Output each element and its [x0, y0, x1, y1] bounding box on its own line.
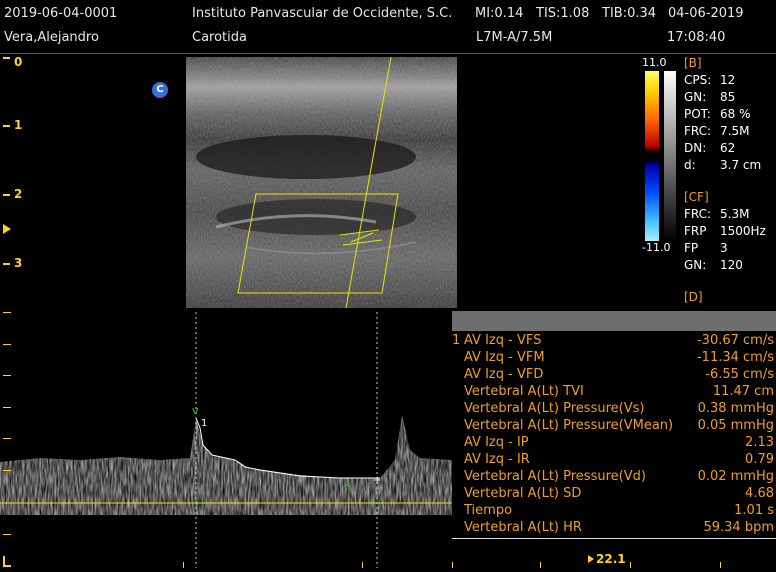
sweep-marker-icon [588, 555, 594, 563]
mechanical-index: MI:0.14 [475, 6, 524, 21]
exam-type: Carotida [192, 30, 247, 45]
param-cf-gain: GN: 120 [684, 258, 743, 272]
depth-tick [3, 125, 10, 127]
color-scale-bar [645, 71, 659, 241]
measurement-row[interactable]: 1 AV Izq - VFS -30.67 cm/s [452, 333, 776, 350]
measurement-row[interactable]: AV Izq - IR 0.79 [452, 452, 776, 469]
measurement-row[interactable]: AV Izq - IP 2.13 [452, 435, 776, 452]
measurement-row[interactable]: Vertebral A(Lt) HR 59.34 bpm [452, 520, 776, 537]
doppler-spectrum[interactable]: v ^ + 1 [0, 310, 452, 568]
color-flow-badge: C [152, 82, 168, 98]
measurement-row[interactable]: Vertebral A(Lt) TVI 11.47 cm [452, 384, 776, 401]
param-power: POT: 68 % [684, 107, 751, 121]
param-cf-frequency: FRC: 5.3M [684, 207, 750, 221]
depth-tick [3, 194, 10, 196]
param-cf-fp: FP 3 [684, 241, 728, 255]
measurement-row[interactable]: Tiempo 1.01 s [452, 503, 776, 520]
svg-text:v: v [192, 404, 199, 417]
param-cps: CPS: 12 [684, 73, 736, 87]
measurement-row[interactable]: AV Izq - VFD -6.55 cm/s [452, 367, 776, 384]
depth-label-0: 0 [14, 55, 23, 69]
bmode-scan-svg [186, 57, 457, 308]
focus-marker-icon [3, 224, 11, 234]
measurement-panel: 1 AV Izq - VFS -30.67 cm/s AV Izq - VFM -11… [452, 311, 776, 539]
doppler-marker-label: 1 [201, 418, 208, 429]
measurement-index: 1 [452, 333, 461, 348]
institution-name: Instituto Panvascular de Occidente, S.C. [192, 6, 453, 21]
measurement-row[interactable]: Vertebral A(Lt) SD 4.68 [452, 486, 776, 503]
measurement-row[interactable]: Vertebral A(Lt) Pressure(Vs) 0.38 mmHg [452, 401, 776, 418]
color-scale-max: 11.0 [642, 56, 667, 69]
measurement-row[interactable]: AV Izq - VFM -11.34 cm/s [452, 350, 776, 367]
exam-date: 04-06-2019 [668, 6, 744, 21]
depth-tick [3, 263, 10, 265]
thermal-index-bone: TIB:0.34 [602, 6, 657, 21]
param-frequency: FRC: 7.5M [684, 124, 750, 138]
bmode-image[interactable] [186, 57, 457, 308]
color-scale-min: -11.0 [642, 241, 671, 254]
patient-id: 2019-06-04-0001 [4, 6, 118, 21]
param-gain: GN: 85 [684, 90, 736, 104]
depth-tick [3, 57, 10, 59]
param-cf-prf: FRP 1500Hz [684, 224, 766, 238]
thermal-index-soft: TIS:1.08 [536, 6, 590, 21]
exam-time: 17:08:40 [667, 30, 726, 45]
depth-label-1: 1 [14, 118, 23, 132]
header-divider [0, 53, 776, 54]
measurement-row[interactable]: Vertebral A(Lt) Pressure(VMean) 0.05 mmHg [452, 418, 776, 435]
svg-text:^: ^ [342, 482, 351, 495]
doppler-section-title: [D] [684, 290, 703, 304]
gray-scale-bar [664, 71, 676, 241]
measurement-panel-header [452, 311, 776, 331]
param-depth: d: 3.7 cm [684, 158, 762, 172]
doppler-spectrum-svg: v ^ + [0, 312, 452, 568]
probe-info: L7M-A/7.5M [476, 30, 553, 45]
param-dynamic-range: DN: 62 [684, 141, 736, 155]
depth-label-3: 3 [14, 256, 23, 270]
svg-text:+: + [373, 475, 381, 486]
patient-name: Vera,Alejandro [4, 30, 99, 45]
color-flow-section-title: [CF] [684, 190, 709, 204]
depth-label-2: 2 [14, 187, 23, 201]
measurement-panel-divider [452, 538, 776, 539]
b-mode-section-title: [B] [684, 56, 702, 70]
sweep-speed-label: 22.1 [596, 552, 626, 566]
measurement-row[interactable]: Vertebral A(Lt) Pressure(Vd) 0.02 mmHg [452, 469, 776, 486]
